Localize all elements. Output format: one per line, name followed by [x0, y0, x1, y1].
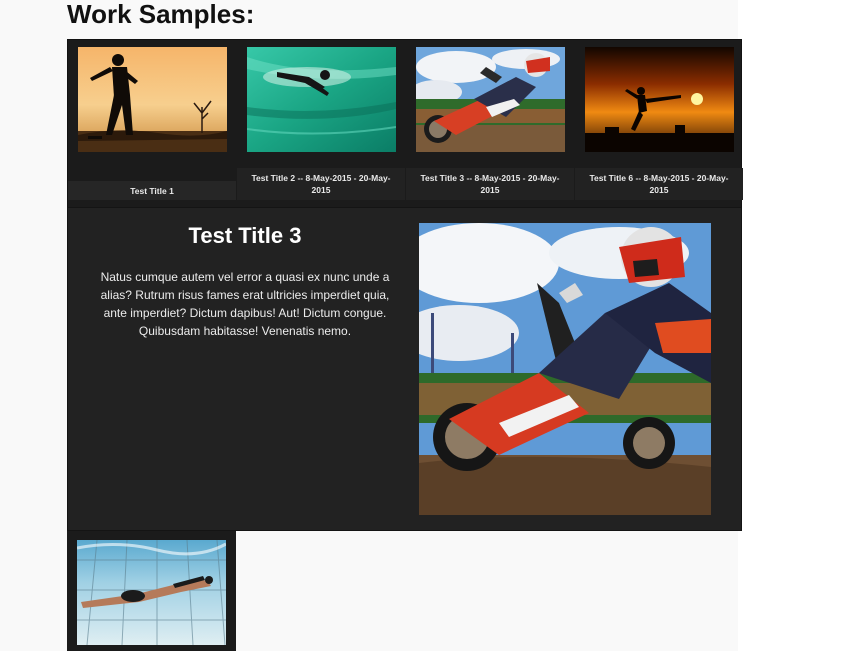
page-heading: Work Samples: — [67, 0, 255, 29]
silhouette-player-sunset-photo — [78, 47, 227, 152]
selected-item-detail: Test Title 3 Natus cumque autem vel erro… — [67, 207, 742, 531]
gallery-item-1[interactable]: Test Title 1 — [68, 40, 236, 208]
motocross-rider-photo — [416, 47, 565, 152]
gallery-thumbnail[interactable] — [78, 47, 227, 152]
work-samples-gallery: Test Title 1 Test Title 2 -- 8-May-2015 … — [67, 39, 743, 208]
gallery-caption: Test Title 3 -- 8-May-2015 - 20-May-2015 — [406, 168, 574, 200]
gallery-caption: Test Title 1 — [68, 181, 236, 200]
detail-image — [419, 223, 711, 515]
surfer-wave-photo — [247, 47, 396, 152]
swimmer-underwater-photo — [77, 540, 226, 645]
work-samples-gallery-row-2 — [67, 531, 236, 651]
gallery-item-2[interactable]: Test Title 2 -- 8-May-2015 - 20-May-2015 — [237, 40, 405, 208]
gallery-caption: Test Title 2 -- 8-May-2015 - 20-May-2015 — [237, 168, 405, 200]
gallery-thumbnail[interactable] — [77, 540, 226, 645]
gallery-thumbnail[interactable] — [585, 47, 734, 152]
detail-description: Natus cumque autem vel error a quasi ex … — [100, 270, 390, 338]
gallery-item-4[interactable]: Test Title 6 -- 8-May-2015 - 20-May-2015 — [575, 40, 743, 208]
gallery-thumbnail[interactable] — [416, 47, 565, 152]
kick-sunset-silhouette-photo — [585, 47, 734, 152]
gallery-item-3[interactable]: Test Title 3 -- 8-May-2015 - 20-May-2015 — [406, 40, 574, 208]
detail-title: Test Title 3 — [188, 223, 302, 248]
gallery-caption: Test Title 6 -- 8-May-2015 - 20-May-2015 — [575, 168, 743, 200]
motocross-rider-photo — [419, 223, 711, 515]
gallery-thumbnail[interactable] — [247, 47, 396, 152]
